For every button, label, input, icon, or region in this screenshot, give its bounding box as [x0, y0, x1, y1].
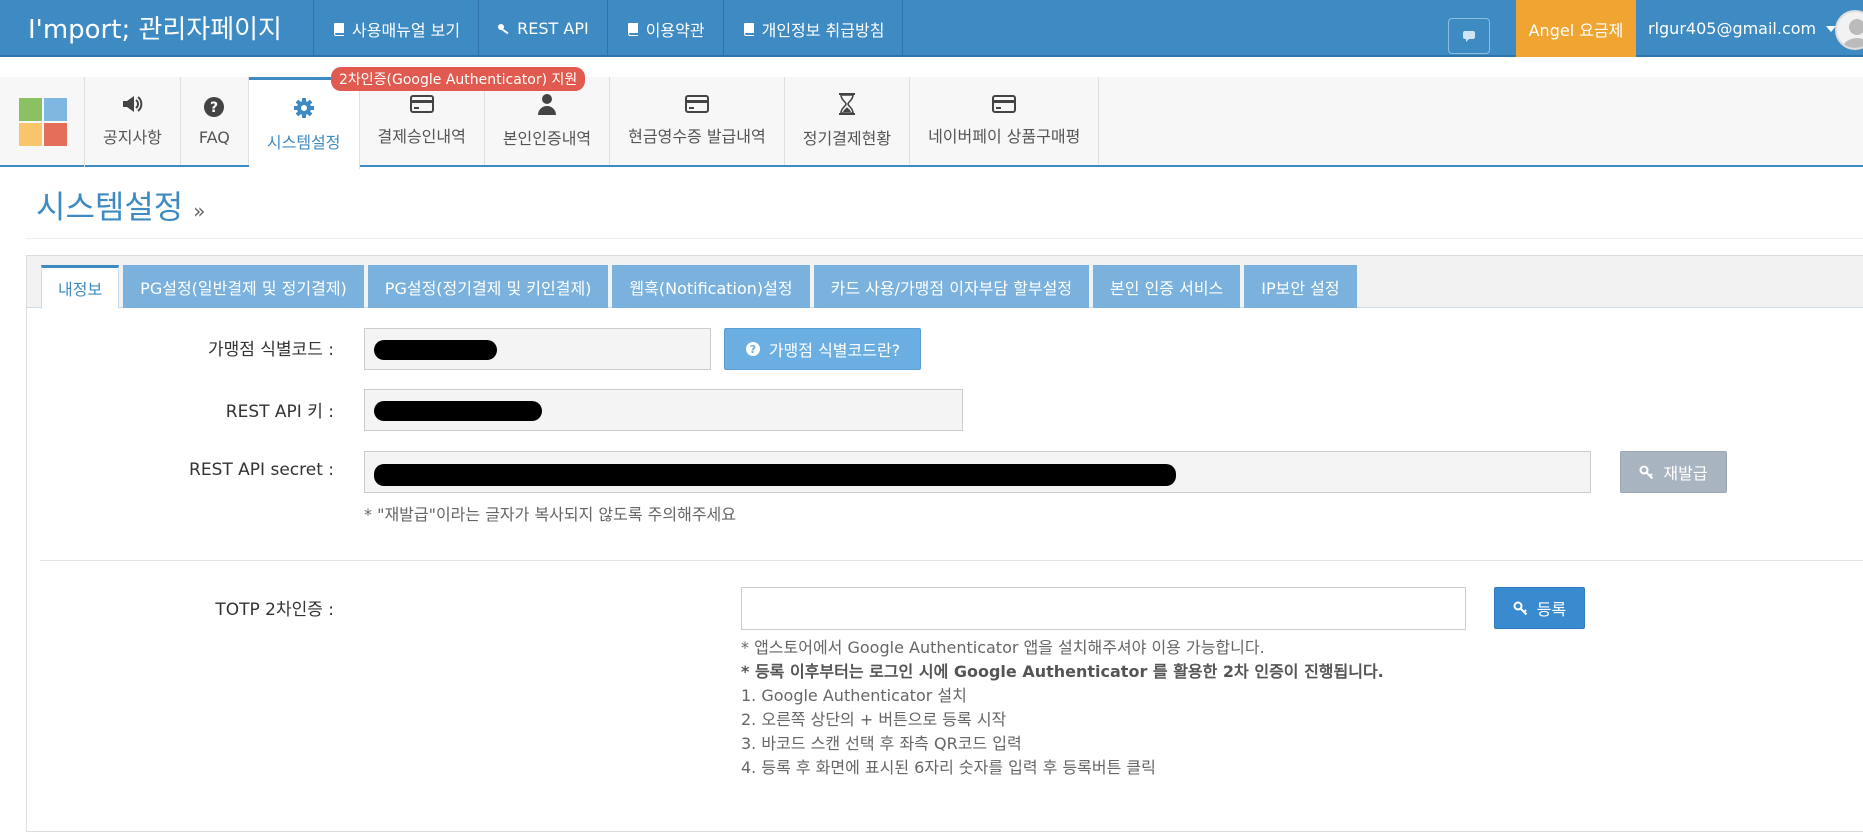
megaphone-icon — [123, 96, 143, 112]
tab-system-settings-label: 시스템설정 — [266, 132, 341, 152]
chat-button[interactable] — [1448, 18, 1490, 54]
tab-subscriptions-label: 정기결제현황 — [802, 129, 892, 148]
instruction-line: * 앱스토어에서 Google Authenticator 앱을 설치해주셔야 … — [741, 638, 1265, 657]
credit-card-icon — [684, 95, 709, 113]
logo-tile — [19, 123, 42, 146]
totp-field[interactable] — [741, 587, 1466, 630]
chat-icon — [1463, 31, 1475, 42]
redaction-mark — [374, 464, 1176, 486]
tab-notice-label: 공지사항 — [103, 128, 162, 147]
tab-pg-keyin[interactable]: PG설정(정기결제 및 키인결제) — [367, 265, 609, 308]
nav-rest-api-link[interactable]: REST API — [479, 0, 608, 57]
tab-subscriptions[interactable]: 정기결제현황 — [785, 77, 911, 165]
instruction-line: 2. 오른쪽 상단의 + 버튼으로 등록 시작 — [741, 710, 1007, 729]
instruction-line: 1. Google Authenticator 설치 — [741, 686, 967, 705]
question-icon: ? — [204, 96, 225, 117]
brand-title[interactable]: I'mport; 관리자페이지 — [28, 9, 282, 46]
logo-tile — [44, 98, 67, 121]
rest-key-label: REST API 키 : — [225, 402, 334, 422]
key-icon — [1639, 465, 1654, 480]
tab-notice[interactable]: 공지사항 — [85, 77, 181, 165]
reissue-note: * "재발급"이라는 글자가 복사되지 않도록 주의해주세요 — [364, 505, 736, 524]
app-logo[interactable] — [19, 98, 67, 146]
svg-text:?: ? — [210, 100, 218, 116]
register-label: 등록 — [1536, 600, 1567, 619]
tab-cash-receipts[interactable]: 현금영수증 발급내역 — [610, 77, 785, 165]
book-icon — [743, 22, 754, 36]
tab-pg-general[interactable]: PG설정(일반결제 및 정기결제) — [123, 265, 364, 308]
totp-instructions: * 앱스토어에서 Google Authenticator 앱을 설치해주셔야 … — [741, 636, 1384, 780]
breadcrumb-arrow-icon: » — [193, 199, 206, 223]
tab-identity-verifications-label: 본인인증내역 — [502, 129, 592, 148]
user-email: rlgur405@gmail.com — [1648, 19, 1817, 38]
tab-identity-service[interactable]: 본인 인증 서비스 — [1093, 265, 1241, 308]
nav-rest-api-label: REST API — [517, 19, 589, 38]
plan-button[interactable]: Angel 요금제 — [1516, 0, 1636, 57]
page-title-text: 시스템설정 — [36, 188, 184, 226]
user-silhouette-icon — [1841, 19, 1863, 48]
book-icon — [334, 22, 344, 36]
tab-naverpay-reviews[interactable]: 네이버페이 상품구매평 — [910, 77, 1100, 165]
redaction-mark — [374, 340, 497, 360]
avatar[interactable] — [1835, 10, 1863, 50]
instruction-line: 4. 등록 후 화면에 표시된 6자리 숫자를 입력 후 등록버튼 클릭 — [741, 758, 1156, 777]
nav-manual-link[interactable]: 사용매뉴얼 보기 — [314, 0, 480, 57]
tab-faq[interactable]: ? FAQ — [181, 77, 249, 165]
totp-input[interactable] — [742, 588, 1465, 629]
nav-privacy-label: 개인정보 취급방침 — [761, 20, 885, 40]
merchant-code-help-button[interactable]: ? 가맹점 식별코드란? — [724, 328, 921, 370]
svg-text:?: ? — [750, 343, 756, 356]
reissue-label: 재발급 — [1663, 464, 1708, 483]
top-navbar: I'mport; 관리자페이지 사용매뉴얼 보기 REST API 이용약관 개… — [0, 0, 1863, 57]
register-button[interactable]: 등록 — [1494, 587, 1585, 629]
tab-webhook[interactable]: 웹훅(Notification)설정 — [612, 265, 810, 308]
instruction-line: 3. 바코드 스캔 선택 후 좌측 QR코드 입력 — [741, 734, 1022, 753]
top-nav: 사용매뉴얼 보기 REST API 이용약관 개인정보 취급방침 — [313, 0, 904, 57]
section-divider — [40, 560, 1863, 561]
user-icon — [537, 94, 556, 115]
promo-badge: 2차인증(Google Authenticator) 지원 — [331, 67, 586, 91]
tab-naverpay-reviews-label: 네이버페이 상품구매평 — [928, 127, 1081, 146]
credit-card-icon — [992, 95, 1017, 113]
nav-privacy-link[interactable]: 개인정보 취급방침 — [724, 0, 904, 57]
page-title: 시스템설정 » — [36, 182, 205, 228]
tab-cash-receipts-label: 현금영수증 발급내역 — [628, 127, 766, 146]
nav-manual-label: 사용매뉴얼 보기 — [352, 20, 461, 40]
logo-tile — [44, 123, 67, 146]
rest-secret-label: REST API secret : — [189, 460, 334, 480]
nav-terms-label: 이용약관 — [645, 20, 705, 40]
key-icon — [1513, 601, 1527, 616]
tab-my-info[interactable]: 내정보 — [41, 265, 120, 309]
instruction-line: * 등록 이후부터는 로그인 시에 Google Authenticator 를… — [741, 662, 1384, 681]
book-icon — [627, 22, 638, 36]
key-icon — [498, 23, 509, 34]
settings-tab-bar: 내정보 PG설정(일반결제 및 정기결제) PG설정(정기결제 및 키인결제) … — [27, 256, 1863, 309]
user-menu[interactable]: rlgur405@gmail.com — [1648, 0, 1837, 57]
gear-icon — [293, 97, 314, 118]
hourglass-icon — [838, 93, 855, 115]
tab-faq-label: FAQ — [198, 127, 230, 147]
merchant-code-help-label: 가맹점 식별코드란? — [768, 341, 901, 360]
tab-installment[interactable]: 카드 사용/가맹점 이자부담 할부설정 — [813, 265, 1090, 308]
totp-label: TOTP 2차인증 : — [215, 600, 334, 620]
tab-ip-security[interactable]: IP보안 설정 — [1244, 265, 1357, 308]
reissue-button[interactable]: 재발급 — [1620, 451, 1727, 493]
title-divider — [26, 238, 1863, 239]
credit-card-icon — [409, 95, 434, 113]
question-circle-icon: ? — [745, 342, 760, 356]
merchant-code-label: 가맹점 식별코드 : — [207, 340, 334, 360]
main-menu-tabs: 공지사항 ? FAQ 시스템설정 결제승인내역 본인인증내역 현금영수증 발급내… — [84, 77, 1100, 169]
logo-tile — [19, 98, 42, 121]
redaction-mark — [374, 401, 542, 421]
nav-terms-link[interactable]: 이용약관 — [608, 0, 724, 57]
tab-payment-approvals-label: 결제승인내역 — [377, 127, 466, 146]
